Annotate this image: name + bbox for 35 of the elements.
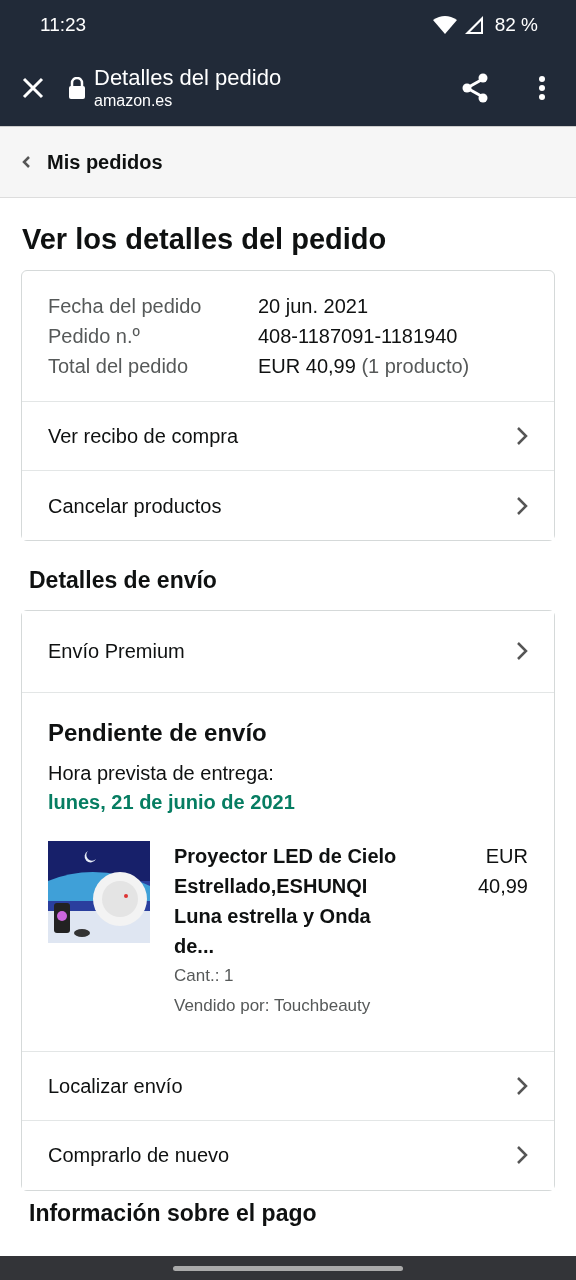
shipment-status: Pendiente de envío [48,717,268,748]
list-link[interactable]: Envío Premium [22,610,554,693]
field-label: Total del pedido [48,354,190,379]
more-icon[interactable] [538,75,546,101]
field-value: 408-1187091-1181940 [258,324,458,349]
wifi-icon [432,16,457,34]
chevron-right-icon [516,495,528,516]
breadcrumb-link[interactable]: Mis pedidos [47,147,163,177]
field-label: Pedido n.º [48,324,141,349]
section-heading: Detalles de envío [29,566,218,595]
field-value: 20 jun. 2021 [258,294,369,319]
page-title: Detalles del pedido [94,65,282,91]
share-icon[interactable] [460,73,490,103]
section-heading: Información sobre el pago [29,1198,318,1227]
status-time: 11:23 [40,12,87,37]
field-value: EUR 40,99 (1 producto) [258,354,470,379]
signal-icon [464,16,483,34]
chevron-right-icon [516,641,528,661]
page-domain: amazon.es [94,91,174,111]
product-price: EUR 40,99 [476,843,528,899]
close-icon[interactable] [22,77,44,99]
chevron-right-icon [516,426,528,446]
seller-text: Vendido por: Touchbeauty [174,994,372,1017]
page-heading: Ver los detalles del pedido [22,222,388,257]
back-chevron-icon[interactable] [22,155,31,169]
product-title-link[interactable]: Proyector LED de Cielo Estrellado,ESHUNQI Luna estrella y Onda de... [174,840,399,961]
chevron-right-icon [516,1075,528,1096]
lock-icon [68,77,86,99]
delivery-label: Hora prevista de entrega: [48,760,275,786]
delivery-date: lunes, 21 de junio de 2021 [48,789,296,815]
chevron-right-icon [516,1145,528,1165]
battery-level: 82 % [494,12,538,37]
field-label: Fecha del pedido [48,294,203,319]
home-handle[interactable] [173,1265,403,1271]
quantity-text: Cant.: 1 [174,964,235,987]
